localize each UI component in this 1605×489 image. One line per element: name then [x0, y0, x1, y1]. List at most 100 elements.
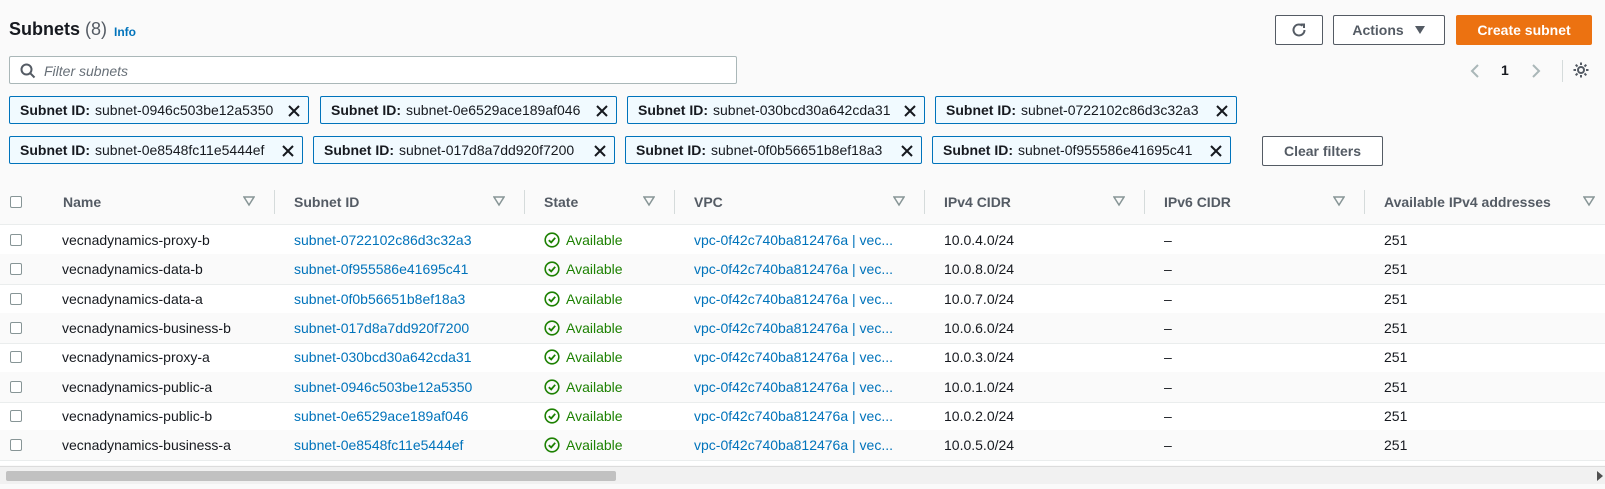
- close-icon[interactable]: [899, 143, 915, 159]
- table-row[interactable]: vecnadynamics-business-b subnet-017d8a7dd…: [0, 312, 1605, 344]
- filter-token[interactable]: Subnet ID: subnet-0e6529ace189af046: [320, 96, 617, 124]
- close-icon[interactable]: [280, 143, 296, 159]
- cell-vpc-link[interactable]: vpc-0f42c740ba812476a | vec...: [694, 342, 914, 372]
- cell-subnet-id-link[interactable]: subnet-0946c503be12a5350: [294, 372, 514, 402]
- cell-state: Available: [544, 372, 664, 402]
- cell-name: vecnadynamics-data-a: [62, 290, 203, 307]
- cell-subnet-id-link[interactable]: subnet-0f955586e41695c41: [294, 254, 514, 284]
- cell-vpc-link[interactable]: vpc-0f42c740ba812476a | vec...: [694, 254, 914, 284]
- table-row[interactable]: vecnadynamics-data-b subnet-0f955586e4169…: [0, 254, 1605, 286]
- filter-token[interactable]: Subnet ID: subnet-0f0b56651b8ef18a3: [625, 136, 922, 164]
- cell-vpc-link[interactable]: vpc-0f42c740ba812476a | vec...: [694, 401, 914, 431]
- column-divider[interactable]: [1144, 190, 1145, 214]
- row-checkbox[interactable]: [10, 263, 22, 276]
- refresh-button[interactable]: [1275, 15, 1323, 45]
- cell-vpc-link[interactable]: vpc-0f42c740ba812476a | vec...: [694, 284, 914, 314]
- sort-icon[interactable]: [1583, 195, 1595, 207]
- close-icon[interactable]: [286, 103, 302, 119]
- row-checkbox[interactable]: [10, 292, 22, 305]
- cell-vpc-link[interactable]: vpc-0f42c740ba812476a | vec...: [694, 372, 914, 402]
- row-checkbox[interactable]: [10, 380, 22, 393]
- filter-token[interactable]: Subnet ID: subnet-0e8548fc11e5444ef: [9, 136, 303, 164]
- cell-vpc-link[interactable]: vpc-0f42c740ba812476a | vec...: [694, 313, 914, 343]
- cell-subnet-id-link[interactable]: subnet-030bcd30a642cda31: [294, 342, 514, 372]
- table-row[interactable]: vecnadynamics-public-b subnet-0e6529ace18…: [0, 401, 1605, 432]
- column-header-ipv6-cidr[interactable]: IPv6 CIDR: [1164, 180, 1231, 224]
- cell-ipv4-cidr: 10.0.2.0/24: [944, 407, 1015, 424]
- table-row[interactable]: vecnadynamics-proxy-b subnet-0722102c86d3…: [0, 225, 1605, 256]
- filter-input[interactable]: [42, 60, 726, 82]
- filter-field[interactable]: [9, 56, 737, 84]
- sort-icon[interactable]: [643, 195, 655, 207]
- cell-subnet-id-link[interactable]: subnet-017d8a7dd920f7200: [294, 313, 514, 343]
- info-link[interactable]: Info: [114, 25, 136, 39]
- cell-ipv6-cidr: –: [1164, 290, 1172, 307]
- close-icon[interactable]: [592, 143, 608, 159]
- filter-token[interactable]: Subnet ID: subnet-0946c503be12a5350: [9, 96, 309, 124]
- gear-icon[interactable]: [1572, 61, 1590, 79]
- scrollbar-thumb[interactable]: [6, 471, 616, 481]
- chevron-right-icon[interactable]: [1530, 63, 1542, 79]
- column-header-name[interactable]: Name: [63, 180, 101, 224]
- clear-filters-button[interactable]: Clear filters: [1262, 136, 1383, 166]
- cell-subnet-id-link[interactable]: subnet-0e8548fc11e5444ef: [294, 430, 514, 460]
- cell-name: vecnadynamics-public-a: [62, 378, 213, 395]
- filter-token[interactable]: Subnet ID: subnet-030bcd30a642cda31: [627, 96, 925, 124]
- create-subnet-button[interactable]: Create subnet: [1456, 15, 1592, 45]
- cell-state: Available: [544, 401, 664, 431]
- cell-vpc-link[interactable]: vpc-0f42c740ba812476a | vec...: [694, 430, 914, 460]
- select-all-checkbox[interactable]: [10, 196, 22, 208]
- close-icon[interactable]: [1208, 143, 1224, 159]
- check-circle-icon: [544, 290, 560, 307]
- row-checkbox[interactable]: [10, 234, 22, 246]
- scroll-right-arrow-icon[interactable]: [1597, 471, 1603, 481]
- sort-icon[interactable]: [1113, 195, 1125, 207]
- row-checkbox[interactable]: [10, 439, 22, 452]
- column-divider[interactable]: [674, 190, 675, 214]
- subnets-table: Name Subnet ID State VPC IPv4 CIDR IPv6 …: [0, 180, 1605, 465]
- divider: [1562, 60, 1563, 82]
- close-icon[interactable]: [1214, 103, 1230, 119]
- column-header-subnet-id[interactable]: Subnet ID: [294, 180, 359, 224]
- column-header-ipv4-cidr[interactable]: IPv4 CIDR: [944, 180, 1011, 224]
- cell-subnet-id-link[interactable]: subnet-0f0b56651b8ef18a3: [294, 284, 514, 314]
- column-header-available-ipv4[interactable]: Available IPv4 addresses: [1384, 180, 1551, 224]
- page-header: Subnets (8) Info Actions Create subnet 1: [0, 0, 1605, 180]
- filter-token[interactable]: Subnet ID: subnet-0f955586e41695c41: [932, 136, 1231, 164]
- close-icon[interactable]: [594, 103, 610, 119]
- filter-token[interactable]: Subnet ID: subnet-017d8a7dd920f7200: [313, 136, 615, 164]
- cell-ipv6-cidr: –: [1164, 407, 1172, 424]
- cell-vpc-link[interactable]: vpc-0f42c740ba812476a | vec...: [694, 225, 914, 255]
- close-icon[interactable]: [902, 103, 918, 119]
- row-checkbox[interactable]: [10, 351, 22, 364]
- cell-ipv4-cidr: 10.0.7.0/24: [944, 290, 1015, 307]
- sort-icon[interactable]: [893, 195, 905, 207]
- page-number[interactable]: 1: [1501, 62, 1509, 78]
- sort-icon[interactable]: [493, 195, 505, 207]
- horizontal-scrollbar[interactable]: [0, 466, 1605, 484]
- column-divider[interactable]: [924, 190, 925, 214]
- chevron-left-icon[interactable]: [1469, 63, 1481, 79]
- actions-button[interactable]: Actions: [1333, 15, 1445, 45]
- cell-subnet-id-link[interactable]: subnet-0e6529ace189af046: [294, 401, 514, 431]
- column-divider[interactable]: [274, 190, 275, 214]
- row-checkbox[interactable]: [10, 321, 22, 334]
- token-value: subnet-0f0b56651b8ef18a3: [711, 142, 883, 158]
- cell-state: Available: [544, 342, 664, 372]
- column-divider[interactable]: [1364, 190, 1365, 214]
- table-row[interactable]: vecnadynamics-business-a subnet-0e8548fc1…: [0, 430, 1605, 462]
- table-row[interactable]: vecnadynamics-data-a subnet-0f0b56651b8ef…: [0, 284, 1605, 315]
- cell-subnet-id-link[interactable]: subnet-0722102c86d3c32a3: [294, 225, 514, 255]
- table-row[interactable]: vecnadynamics-public-a subnet-0946c503be1…: [0, 371, 1605, 403]
- column-header-vpc[interactable]: VPC: [694, 180, 723, 224]
- sort-icon[interactable]: [243, 195, 255, 207]
- row-checkbox[interactable]: [10, 409, 22, 422]
- column-divider[interactable]: [524, 190, 525, 214]
- table-row[interactable]: vecnadynamics-proxy-a subnet-030bcd30a642…: [0, 342, 1605, 374]
- state-label: Available: [566, 437, 623, 454]
- sort-icon[interactable]: [1333, 195, 1345, 207]
- column-header-state[interactable]: State: [544, 180, 578, 224]
- filter-token[interactable]: Subnet ID: subnet-0722102c86d3c32a3: [935, 96, 1237, 124]
- cell-state: Available: [544, 284, 664, 314]
- state-label: Available: [566, 349, 623, 366]
